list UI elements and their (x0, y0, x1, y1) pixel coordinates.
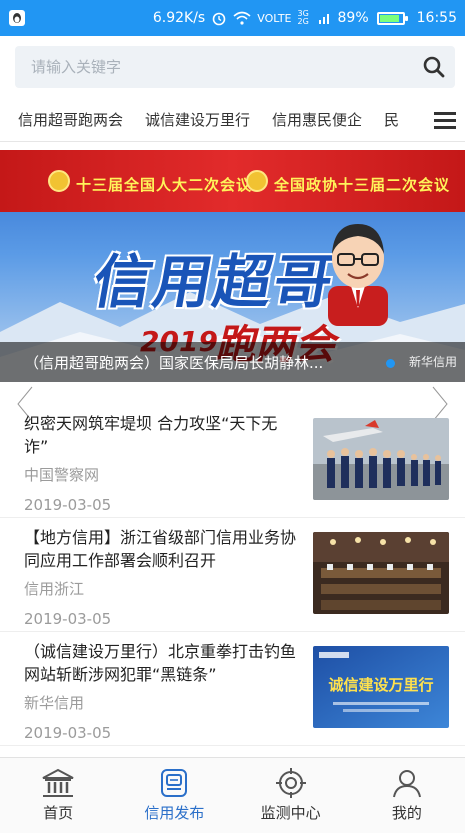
tabs-menu-button[interactable] (425, 98, 465, 141)
status-bar: 6.92K/s VOLTE 3G 2G 89% 16:55 (0, 0, 465, 36)
news-thumbnail-meeting-image[interactable] (313, 532, 449, 614)
nav-home-label: 首页 (43, 804, 74, 822)
nav-monitor-center-label: 监测中心 (260, 804, 321, 822)
nav-mine-label: 我的 (391, 804, 422, 822)
news-date: 2019-03-05 (24, 724, 112, 742)
user-icon (392, 770, 421, 798)
tab-credit-benefit[interactable]: 信用惠民便企 (272, 109, 362, 130)
search-button[interactable] (413, 46, 455, 88)
news-source: 信用浙江 (24, 580, 85, 598)
news-title[interactable]: 织密天网筑牢堤坝 合力攻坚“天下无诈” (24, 412, 296, 458)
nav-credit-publish[interactable]: 信用发布 (116, 758, 232, 833)
news-thumbnail-police-image[interactable] (313, 418, 449, 500)
wifi-icon (233, 11, 251, 25)
tab-list: 信用超哥跑两会 诚信建设万里行 信用惠民便企 民 (0, 109, 425, 130)
banner-meeting-right: 全国政协十三届二次会议 (274, 176, 451, 194)
nav-credit-publish-label: 信用发布 (144, 804, 205, 822)
search-bar (0, 36, 465, 98)
battery-percent: 89% (337, 10, 369, 26)
menu-icon (434, 111, 456, 129)
banner-caption[interactable]: （信用超哥跑两会）国家医保局局长胡静林... (24, 352, 354, 373)
search-box (15, 46, 455, 88)
battery-icon (376, 11, 408, 25)
network-speed: 6.92K/s (152, 10, 206, 26)
news-title[interactable]: 【地方信用】浙江省级部门信用业务协同应用工作部署会顺利召开 (24, 526, 296, 572)
nav-mine[interactable]: 我的 (349, 758, 465, 833)
banner-watermark: 新华信用 (408, 355, 457, 369)
monitor-icon (275, 768, 306, 798)
banner-big-title: 信用超哥 (88, 248, 341, 316)
carousel-indicator-dot[interactable] (386, 359, 395, 368)
alarm-icon (212, 12, 226, 26)
news-item[interactable]: 织密天网筑牢堤坝 合力攻坚“天下无诈” 中国警察网 2019-03-05 (0, 404, 465, 518)
home-icon (42, 768, 74, 797)
qq-penguin-icon (9, 10, 25, 26)
tab-credit-chaoge[interactable]: 信用超哥跑两会 (18, 109, 123, 130)
credit-publish-icon (161, 769, 188, 797)
status-left (8, 9, 26, 27)
news-item[interactable]: （诚信建设万里行）北京重拳打击钓鱼网站斩断涉网犯罪“黑链条” 新华信用 2019… (0, 632, 465, 746)
news-source: 中国警察网 (24, 466, 100, 484)
news-item[interactable]: 【地方信用】浙江省级部门信用业务协同应用工作部署会顺利召开 信用浙江 2019-… (0, 518, 465, 632)
status-right: 6.92K/s VOLTE 3G 2G 89% 16:55 (152, 9, 457, 27)
search-input[interactable] (31, 58, 413, 76)
news-list: 织密天网筑牢堤坝 合力攻坚“天下无诈” 中国警察网 2019-03-05 【地方… (0, 404, 465, 746)
tab-partial[interactable]: 民 (384, 109, 399, 130)
clock: 16:55 (416, 10, 457, 26)
banner-meeting-left: 十三届全国人大二次会议 (76, 176, 253, 194)
cppcc-emblem-icon (246, 170, 268, 192)
banner-caption-bar: （信用超哥跑两会）国家医保局局长胡静林... (0, 342, 465, 382)
news-title[interactable]: （诚信建设万里行）北京重拳打击钓鱼网站斩断涉网犯罪“黑链条” (24, 640, 296, 686)
tab-integrity-construction[interactable]: 诚信建设万里行 (145, 109, 250, 130)
signal-gen-label: 3G 2G (297, 9, 309, 26)
thumbnail-caption: 诚信建设万里行 (328, 676, 433, 694)
search-icon (423, 56, 445, 78)
bottom-nav: 首页 信用发布 监测中心 我的 (0, 757, 465, 833)
banner-carousel[interactable]: 十三届全国人大二次会议 全国政协十三届二次会议 信用超哥 2019 跑两会 （信… (0, 150, 465, 382)
nav-monitor-center[interactable]: 监测中心 (233, 758, 349, 833)
nav-home[interactable]: 首页 (0, 758, 116, 833)
volte-label: VOLTE (257, 11, 292, 25)
news-source: 新华信用 (24, 694, 85, 712)
news-date: 2019-03-05 (24, 496, 112, 514)
national-emblem-icon (48, 170, 70, 192)
signal-icon (318, 14, 329, 24)
category-tabs: 信用超哥跑两会 诚信建设万里行 信用惠民便企 民 (0, 98, 465, 142)
cartoon-character-illustration (328, 224, 388, 326)
news-date: 2019-03-05 (24, 610, 112, 628)
news-thumbnail-integrity-image[interactable]: 诚信建设万里行 (313, 646, 449, 728)
